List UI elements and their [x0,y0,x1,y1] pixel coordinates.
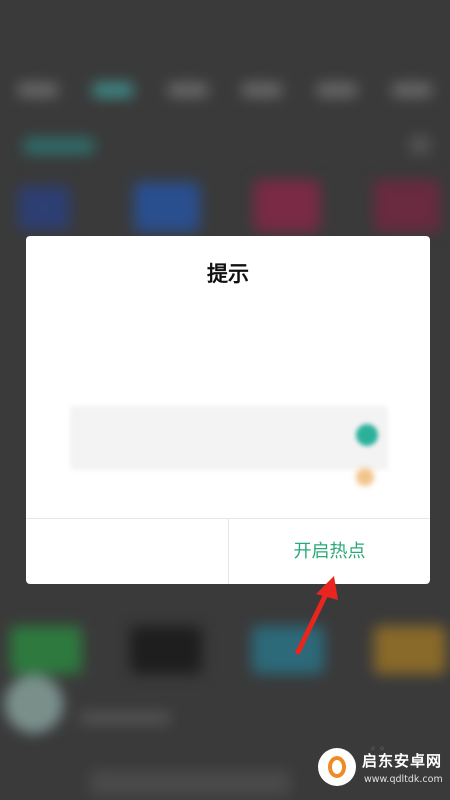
red-arrow-icon [295,576,338,655]
background-bottom-bar [90,770,290,796]
background-tile [10,626,82,674]
background-tab-active [92,83,133,97]
background-tile [374,626,446,674]
site-watermark: 启东安卓网 www.qdltdk.com [316,740,446,796]
dialog-title: 提示 [207,262,249,286]
watermark-name: 启东安卓网 [362,752,443,770]
background-tile [134,182,200,232]
background-tab [391,83,432,97]
hotspot-setting-row[interactable] [70,406,388,470]
background-tile [374,180,440,232]
marker-dot-icon [356,468,374,486]
hotspot-dialog: 提示 开启热点 [26,236,430,584]
background-tab [167,83,208,97]
background-avatar-label [80,712,170,724]
background-tabs [18,78,432,102]
background-tile [254,180,320,232]
watermark-logo-icon [318,748,356,786]
cancel-button[interactable] [26,519,228,584]
background-section-more [410,136,430,154]
background-avatar [6,676,62,732]
background-tab [18,83,58,97]
background-tab [242,83,283,97]
background-tab [317,83,358,97]
background-section-label [24,138,94,154]
toggle-icon[interactable] [356,424,378,446]
watermark-url: www.qdltdk.com [364,774,443,785]
background-tile [18,186,70,230]
background-tile [130,626,202,674]
